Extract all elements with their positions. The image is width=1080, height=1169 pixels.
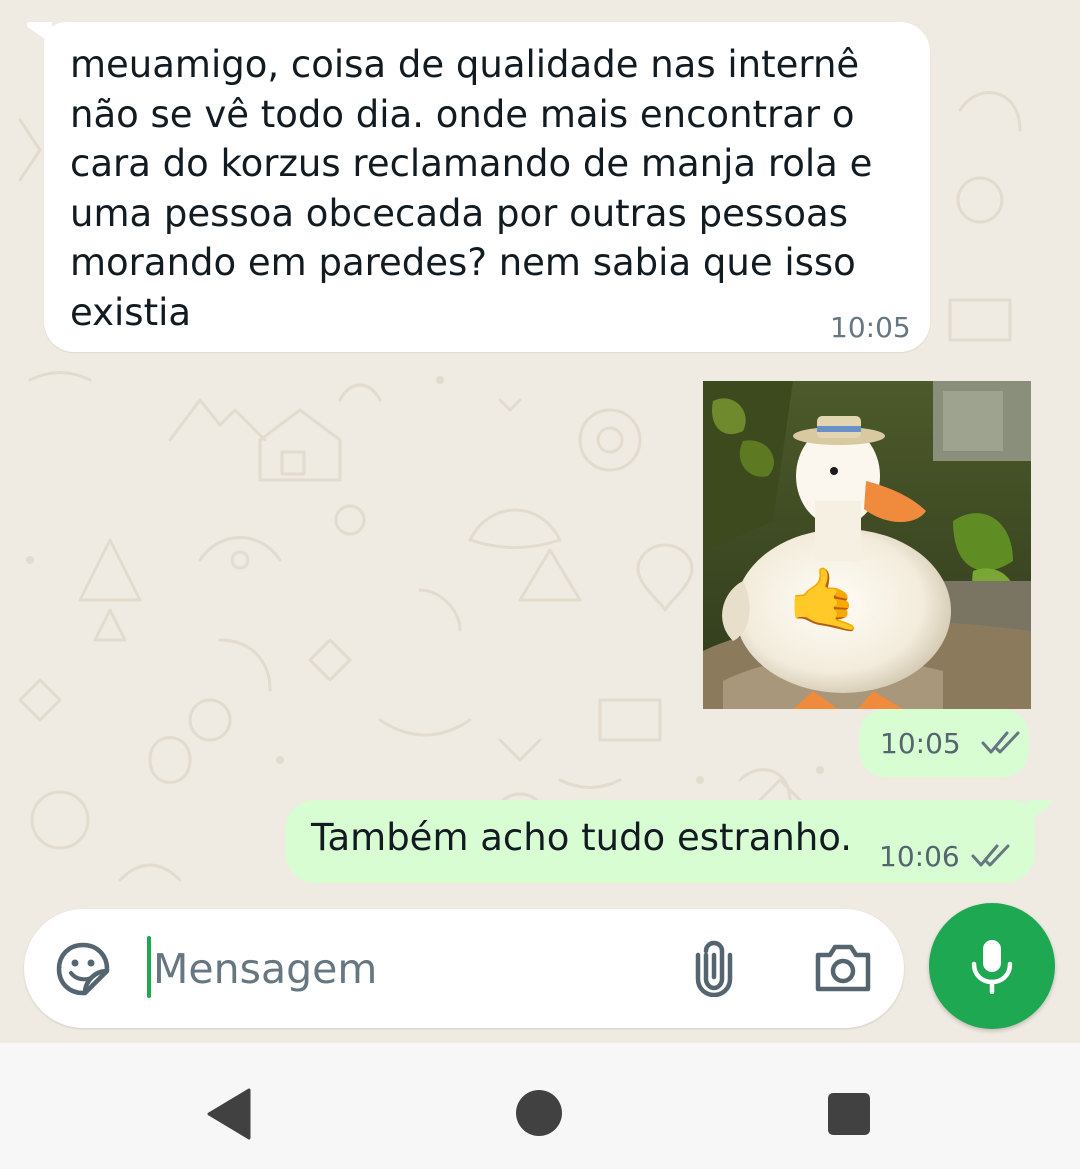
message-input[interactable] — [151, 933, 675, 1005]
message-text: Também acho tudo estranho. — [311, 816, 853, 859]
image-message[interactable]: 🤙 — [703, 381, 1031, 709]
message-line: cara do korzus reclamando de manja rola … — [70, 142, 873, 185]
message-time: 10:05 — [830, 311, 911, 344]
message-line: uma pessoa obcecada por outras pessoas — [70, 191, 848, 235]
incoming-message-bubble[interactable]: meuamigo, coisa de qualidade nas internê… — [26, 22, 930, 352]
image-message-time-bubble: 10:05 — [859, 709, 1029, 777]
back-triangle-icon[interactable] — [205, 1088, 251, 1140]
home-circle-icon[interactable] — [516, 1090, 562, 1136]
message-time: 10:05 — [880, 727, 961, 760]
message-composer — [24, 909, 904, 1028]
message-text: meuamigo, coisa de qualidade nas internê… — [70, 40, 900, 337]
sticker-icon[interactable] — [55, 941, 111, 997]
bubble-tail — [1027, 800, 1053, 822]
microphone-button[interactable] — [929, 903, 1055, 1029]
duck-photo — [703, 381, 1031, 709]
message-line: não se vê todo dia. onde mais encontrar … — [70, 92, 855, 136]
recents-square-icon[interactable] — [828, 1093, 870, 1135]
paperclip-icon[interactable] — [692, 939, 736, 997]
message-time: 10:06 — [879, 840, 960, 873]
message-line: morando em paredes? nem sabia que isso — [70, 241, 856, 284]
double-check-icon — [981, 731, 1020, 754]
message-line: existia — [70, 290, 192, 334]
outgoing-message-bubble[interactable]: Também acho tudo estranho. 10:06 — [285, 800, 1053, 883]
double-check-icon — [971, 844, 1010, 867]
microphone-icon — [971, 940, 1013, 994]
call-me-hand-emoji: 🤙 — [787, 563, 865, 636]
message-line: meuamigo, coisa de qualidade nas internê — [70, 43, 860, 86]
bubble-tail — [26, 22, 52, 44]
camera-icon[interactable] — [814, 941, 872, 993]
